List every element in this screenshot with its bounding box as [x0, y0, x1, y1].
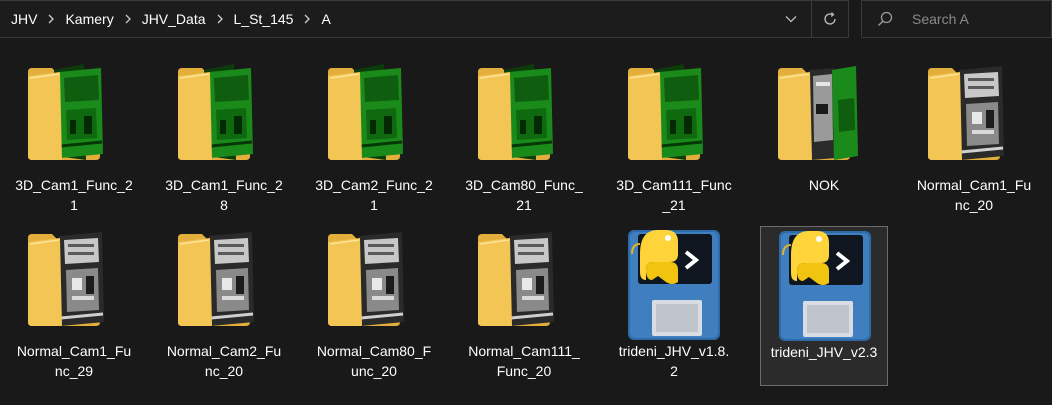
- folder-icon: [326, 226, 422, 330]
- item-label-line: 3D_Cam80_Func_: [465, 177, 583, 193]
- item-label-line: 8: [220, 197, 228, 213]
- refresh-icon: [824, 12, 836, 25]
- item-label-line: Normal_Cam1_Fu: [16, 343, 132, 359]
- item-label: Normal_Cam2_Fu nc_20: [162, 341, 286, 381]
- folder-icon: [776, 60, 872, 164]
- item-label: 3D_Cam1_Func_2 1: [12, 175, 136, 215]
- item-label-line: Normal_Cam2_Fu: [166, 343, 282, 359]
- breadcrumb-item-l-st-145[interactable]: L_St_145: [230, 11, 298, 27]
- item-label-line: Func_20: [496, 363, 552, 379]
- item-label: Normal_Cam1_Fu nc_20: [912, 175, 1036, 215]
- refresh-button[interactable]: [812, 1, 848, 37]
- item-label: Normal_Cam1_Fu nc_29: [12, 341, 136, 381]
- folder-icon: [626, 60, 722, 164]
- folder-item[interactable]: NOK: [760, 60, 888, 220]
- item-label: 3D_Cam1_Func_2 8: [162, 175, 286, 215]
- folder-item[interactable]: 3D_Cam1_Func_2 1: [10, 60, 138, 220]
- item-label: 3D_Cam80_Func_ 21: [462, 175, 586, 215]
- item-label-line: Normal_Cam1_Fu: [916, 177, 1032, 193]
- address-bar[interactable]: JHV Kamery JHV_Data L_St_145 A: [0, 0, 849, 38]
- folder-item[interactable]: Normal_Cam111_ Func_20: [460, 226, 588, 386]
- chevron-down-icon: [785, 16, 797, 23]
- address-dropdown-button[interactable]: [772, 1, 810, 37]
- folder-icon: [26, 60, 122, 164]
- item-label: Normal_Cam80_F unc_20: [312, 341, 436, 381]
- item-label-line: Normal_Cam111_: [468, 343, 580, 359]
- item-label-line: 3D_Cam2_Func_2: [315, 177, 433, 193]
- chevron-right-icon[interactable]: [41, 14, 61, 24]
- folder-icon: [326, 60, 422, 164]
- chevron-right-icon[interactable]: [118, 14, 138, 24]
- item-label-line: Normal_Cam80_F: [316, 343, 432, 359]
- item-label: NOK: [762, 175, 886, 195]
- search-icon: [878, 11, 893, 26]
- item-label: 3D_Cam111_Func _21: [612, 175, 736, 215]
- chevron-right-icon[interactable]: [297, 14, 317, 24]
- python-file-icon: [626, 224, 722, 340]
- item-label-line: 1: [370, 197, 378, 213]
- folder-item[interactable]: Normal_Cam1_Fu nc_29: [10, 226, 138, 386]
- item-label-line: trideni_JHV_v1.8.: [618, 343, 730, 359]
- item-label-line: 3D_Cam1_Func_2: [165, 177, 283, 193]
- folder-item[interactable]: 3D_Cam80_Func_ 21: [460, 60, 588, 220]
- item-label: Normal_Cam111_ Func_20: [462, 341, 586, 381]
- folder-item[interactable]: 3D_Cam2_Func_2 1: [310, 60, 438, 220]
- item-label-line: 21: [516, 197, 532, 213]
- item-label: 3D_Cam2_Func_2 1: [312, 175, 436, 215]
- item-label: trideni_JHV_v2.3: [763, 342, 885, 362]
- breadcrumb: JHV Kamery JHV_Data L_St_145 A: [0, 1, 335, 37]
- item-label-line: 3D_Cam1_Func_2: [15, 177, 133, 193]
- breadcrumb-item-a[interactable]: A: [317, 11, 334, 27]
- folder-item[interactable]: Normal_Cam80_F unc_20: [310, 226, 438, 386]
- item-label-line: 2: [670, 363, 678, 379]
- chevron-right-icon[interactable]: [210, 14, 230, 24]
- search-box[interactable]: [861, 0, 1052, 38]
- breadcrumb-item-jhv-data[interactable]: JHV_Data: [138, 11, 210, 27]
- item-label-line: 1: [70, 197, 78, 213]
- item-label-line: nc_20: [954, 197, 994, 213]
- folder-item[interactable]: 3D_Cam111_Func _21: [610, 60, 738, 220]
- item-label-line: unc_20: [351, 363, 397, 379]
- search-input[interactable]: [912, 1, 1048, 37]
- item-label-line: nc_20: [204, 363, 244, 379]
- folder-icon: [926, 60, 1022, 164]
- item-label-line: NOK: [808, 177, 840, 193]
- item-label: trideni_JHV_v1.8. 2: [612, 341, 736, 381]
- breadcrumb-item-jhv[interactable]: JHV: [0, 11, 41, 27]
- file-item[interactable]: trideni_JHV_v2.3: [760, 226, 888, 386]
- item-label-line: nc_29: [54, 363, 94, 379]
- folder-item[interactable]: Normal_Cam1_Fu nc_20: [910, 60, 1038, 220]
- breadcrumb-item-kamery[interactable]: Kamery: [61, 11, 117, 27]
- folder-item[interactable]: Normal_Cam2_Fu nc_20: [160, 226, 288, 386]
- folder-icon: [476, 226, 572, 330]
- folder-icon: [176, 226, 272, 330]
- item-label-line: 3D_Cam111_Func: [616, 177, 732, 193]
- item-label-line: _21: [662, 197, 686, 213]
- folder-icon: [176, 60, 272, 164]
- folder-item[interactable]: 3D_Cam1_Func_2 8: [160, 60, 288, 220]
- file-item[interactable]: trideni_JHV_v1.8. 2: [610, 226, 738, 386]
- python-file-icon: [777, 225, 873, 341]
- folder-icon: [476, 60, 572, 164]
- item-label-line: trideni_JHV_v2.3: [770, 344, 878, 360]
- folder-icon: [26, 226, 122, 330]
